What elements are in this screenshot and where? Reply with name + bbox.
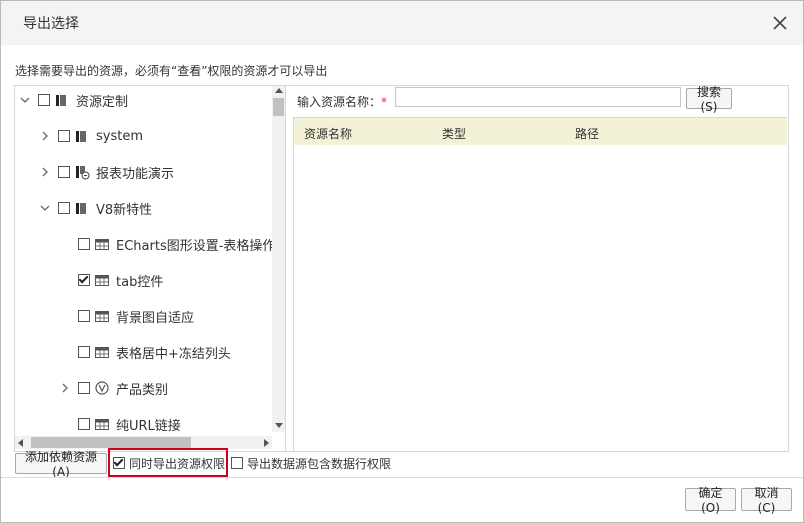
tree-item-checkbox[interactable]: [78, 310, 90, 322]
tree-item[interactable]: 资源定制: [20, 90, 128, 110]
tree-item-label: 资源定制: [76, 94, 129, 110]
tree-item[interactable]: V8新特性: [40, 198, 152, 218]
tree-item-label: 背景图自适应: [116, 310, 195, 326]
chevron-right-icon[interactable]: [60, 383, 70, 393]
column-header-name: 资源名称: [304, 127, 353, 141]
tree-item[interactable]: system: [40, 126, 143, 146]
results-table: 资源名称 类型 路径: [293, 117, 787, 451]
chevron-down-icon[interactable]: [40, 203, 50, 213]
folder-icon: [54, 92, 70, 108]
add-dependency-button[interactable]: 添加依赖资源(A): [15, 450, 107, 479]
spreadsheet-icon: [94, 416, 110, 432]
close-icon[interactable]: [773, 15, 787, 30]
folder-icon: [74, 200, 90, 216]
tree-item-label: 表格居中+冻结列头: [116, 346, 231, 362]
tree-item[interactable]: 产品类别: [60, 378, 168, 398]
tree-item-checkbox[interactable]: [78, 418, 90, 430]
scroll-left-arrow-icon[interactable]: [18, 439, 23, 447]
chevron-right-icon[interactable]: [40, 131, 50, 141]
export-dialog: 导出选择 选择需要导出的资源，必须有“查看”权限的资源才可以导出 资源定制 sys…: [0, 0, 804, 523]
export-row-permission-option[interactable]: 导出数据源包含数据行权限: [231, 453, 391, 473]
scroll-up-arrow-icon[interactable]: [275, 88, 283, 93]
column-header-type: 类型: [442, 127, 467, 141]
tree-item-label: ECharts图形设置-表格操作: [116, 238, 276, 254]
vertical-scroll-thumb[interactable]: [273, 98, 284, 116]
tree-item-label: 产品类别: [116, 382, 169, 398]
tree-item-checkbox[interactable]: [58, 202, 70, 214]
tree-item[interactable]: 表格居中+冻结列头: [60, 342, 231, 362]
chevron-right-icon[interactable]: [40, 167, 50, 177]
spreadsheet-icon: [94, 344, 110, 360]
footer-divider: [1, 477, 803, 478]
tree-item[interactable]: 纯URL链接: [60, 414, 181, 434]
tree-item-label: 报表功能演示: [96, 166, 175, 182]
report-folder-icon: [74, 164, 90, 180]
query-icon: [94, 380, 110, 396]
resource-tree: 资源定制 system 报表功能演示 V8新特性 ECharts图形设置-表格操作 tab…: [15, 86, 286, 451]
tree-item[interactable]: ECharts图形设置-表格操作: [60, 234, 275, 254]
tree-item-checkbox[interactable]: [58, 166, 70, 178]
tree-item-label: V8新特性: [96, 202, 153, 218]
search-label-text: 输入资源名称：: [297, 95, 382, 109]
tree-item[interactable]: 背景图自适应: [60, 306, 194, 326]
folder-icon: [74, 128, 90, 144]
tree-item-checkbox[interactable]: [78, 238, 90, 250]
export-hint: 选择需要导出的资源，必须有“查看”权限的资源才可以导出: [15, 64, 328, 78]
export-panel: 资源定制 system 报表功能演示 V8新特性 ECharts图形设置-表格操作 tab…: [14, 85, 789, 452]
horizontal-scroll-thumb[interactable]: [31, 437, 191, 448]
highlight-box: [108, 448, 228, 477]
results-header: 资源名称 类型 路径: [294, 118, 787, 145]
scroll-down-arrow-icon[interactable]: [275, 423, 283, 428]
dialog-titlebar: 导出选择: [1, 1, 803, 45]
tree-item-label: 纯URL链接: [116, 418, 181, 434]
tree-item-label: tab控件: [116, 274, 164, 290]
cancel-button[interactable]: 取消(C): [741, 486, 792, 515]
required-mark: *: [381, 95, 388, 109]
chevron-down-icon[interactable]: [20, 95, 30, 105]
search-label: 输入资源名称：*: [297, 93, 387, 110]
tree-item-checkbox[interactable]: [38, 94, 50, 106]
tree-item-checkbox[interactable]: [78, 382, 90, 394]
tree-item[interactable]: tab控件: [60, 270, 163, 290]
tree-item-checkbox[interactable]: [58, 130, 70, 142]
export-row-permission-label: 导出数据源包含数据行权限: [247, 456, 392, 471]
tree-item-label: system: [96, 128, 143, 144]
dialog-title: 导出选择: [23, 16, 79, 32]
spreadsheet-icon: [94, 236, 110, 252]
resource-name-input[interactable]: [395, 87, 681, 107]
spreadsheet-icon: [94, 272, 110, 288]
tree-item-checkbox[interactable]: [78, 274, 90, 286]
export-row-permission-checkbox[interactable]: [231, 457, 243, 469]
scroll-right-arrow-icon[interactable]: [264, 439, 269, 447]
spreadsheet-icon: [94, 308, 110, 324]
tree-vertical-scrollbar[interactable]: [272, 86, 285, 432]
tree-item-checkbox[interactable]: [78, 346, 90, 358]
search-button[interactable]: 搜索(S): [686, 86, 732, 114]
tree-item[interactable]: 报表功能演示: [40, 162, 174, 182]
column-header-path: 路径: [575, 127, 600, 141]
ok-button[interactable]: 确定(O): [685, 486, 736, 515]
